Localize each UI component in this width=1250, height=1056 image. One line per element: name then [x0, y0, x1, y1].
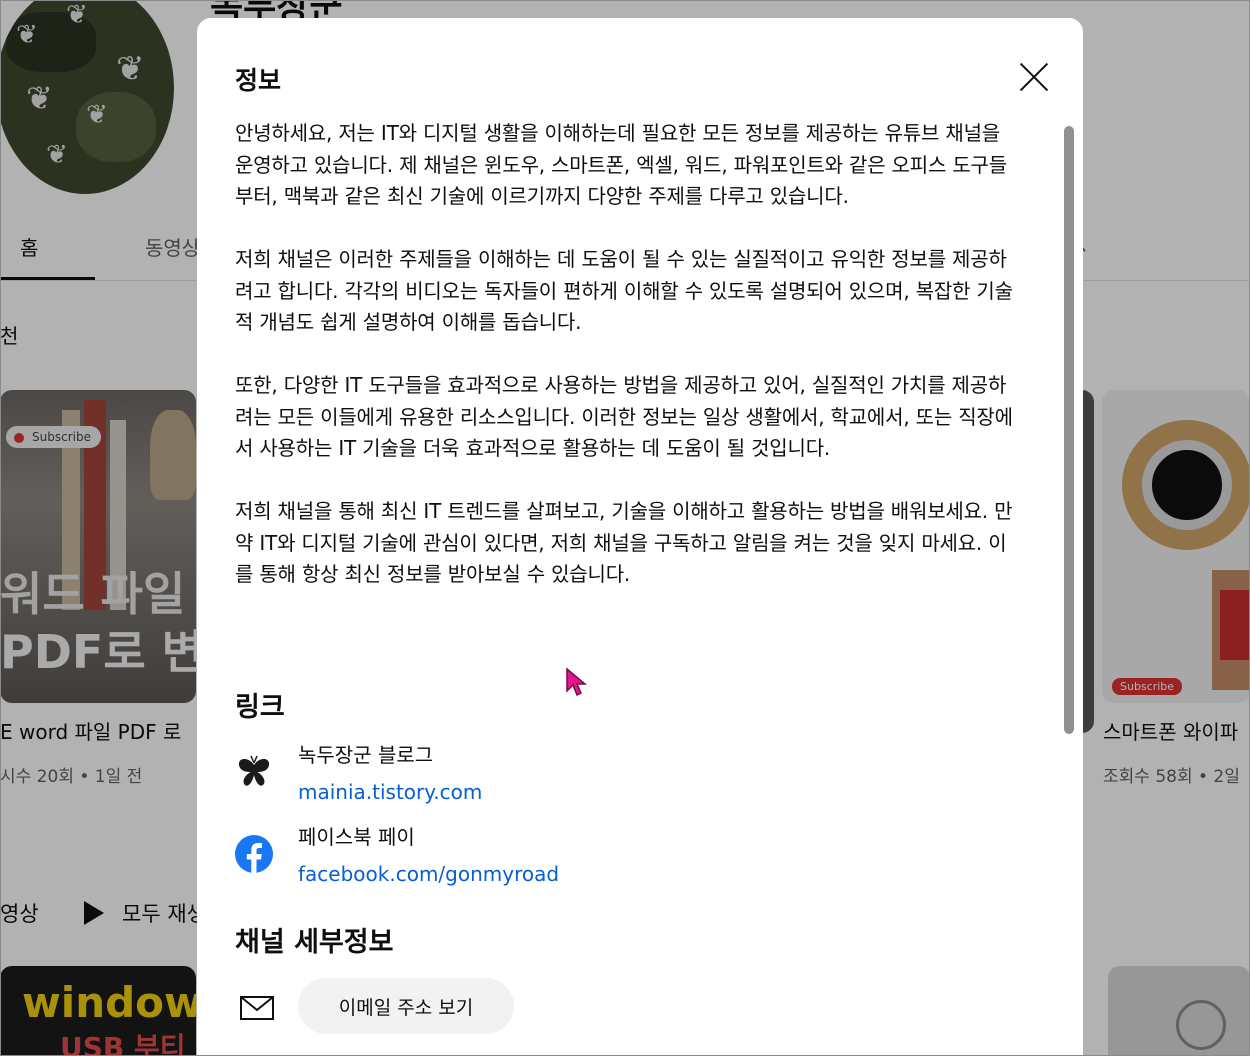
link-name: 녹두장군 블로그 [298, 743, 434, 767]
mail-icon [240, 996, 274, 1020]
dialog-title: 정보 [235, 66, 282, 95]
close-icon[interactable] [1015, 58, 1053, 96]
description-paragraph: 저희 채널을 통해 최신 IT 트렌드를 살펴보고, 기술을 이해하고 활용하는… [235, 499, 1013, 586]
mouse-cursor-icon [566, 667, 587, 697]
link-item-blog: 녹두장군 블로그 mainia.tistory.com [235, 739, 935, 809]
facebook-link[interactable]: facebook.com/gonmyroad [298, 862, 559, 886]
description-paragraph: 또한, 다양한 IT 도구들을 효과적으로 사용하는 방법을 제공하고 있어, … [235, 373, 1013, 460]
link-item-facebook: 페이스북 페이 facebook.com/gonmyroad [235, 821, 935, 891]
about-dialog: 정보 안녕하세요, 저는 IT와 디지털 생활을 이해하는데 필요한 모든 정보… [197, 18, 1083, 1056]
blog-link[interactable]: mainia.tistory.com [298, 780, 482, 804]
description-paragraph: 안녕하세요, 저는 IT와 디지털 생활을 이해하는데 필요한 모든 정보를 제… [235, 121, 1007, 208]
butterfly-icon [238, 755, 270, 786]
channel-description: 안녕하세요, 저는 IT와 디지털 생활을 이해하는데 필요한 모든 정보를 제… [235, 118, 1015, 622]
description-paragraph: 저희 채널은 이러한 주제들을 이해하는 데 도움이 될 수 있는 실질적이고 … [235, 247, 1013, 334]
links-heading: 링크 [235, 692, 285, 723]
channel-details-heading: 채널 세부정보 [235, 927, 394, 958]
link-name: 페이스북 페이 [298, 825, 415, 849]
view-email-button[interactable]: 이메일 주소 보기 [298, 978, 514, 1034]
facebook-icon [235, 835, 273, 873]
scrollbar-thumb[interactable] [1064, 126, 1074, 734]
